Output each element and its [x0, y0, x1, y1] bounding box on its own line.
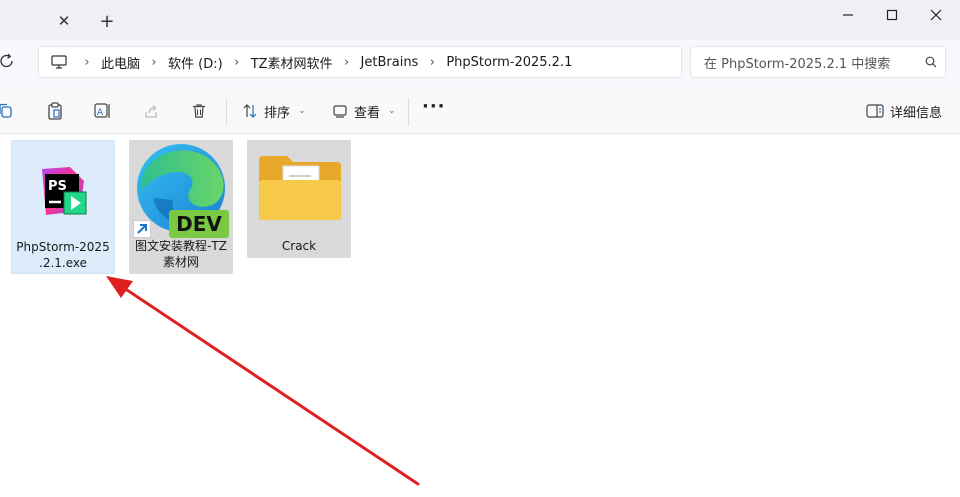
details-pane-icon	[866, 104, 884, 118]
breadcrumb-this-pc[interactable]: 此电脑	[101, 53, 140, 72]
breadcrumb-separator[interactable]: ›	[73, 55, 101, 70]
title-bar	[0, 0, 960, 40]
view-button[interactable]: 查看 ⌄	[332, 99, 396, 123]
breadcrumb-phpstorm[interactable]: PhpStorm-2025.2.1	[446, 55, 572, 70]
paste-icon[interactable]	[44, 100, 66, 122]
dev-badge: DEV	[169, 210, 229, 238]
file-item-install-guide-shortcut[interactable]: DEV 图文安装教程-TZ 素材网	[129, 140, 233, 274]
folder-item-crack[interactable]: Crack	[247, 140, 351, 258]
share-icon[interactable]	[140, 100, 162, 122]
breadcrumb-separator[interactable]: ›	[140, 55, 168, 70]
chevron-down-icon: ⌄	[388, 106, 396, 116]
breadcrumb-tz-software[interactable]: TZ素材网软件	[251, 53, 333, 72]
tab-close-icon[interactable]: ✕	[54, 11, 74, 31]
details-pane-button[interactable]: 详细信息	[866, 99, 942, 123]
breadcrumb-separator[interactable]: ›	[333, 55, 361, 70]
chevron-down-icon: ⌄	[298, 106, 306, 116]
breadcrumb-jetbrains[interactable]: JetBrains	[361, 55, 419, 70]
sort-label: 排序	[264, 105, 291, 121]
file-label-line-1: 图文安装教程-TZ	[135, 239, 227, 253]
toolbar-divider	[226, 98, 227, 126]
shortcut-arrow-icon	[133, 220, 151, 238]
file-item-phpstorm-exe[interactable]: PS PhpStorm-2025 .2.1.exe	[11, 140, 115, 274]
file-label-line-2: 素材网	[162, 255, 199, 269]
refresh-icon[interactable]	[0, 53, 16, 71]
search-input[interactable]: 在 PhpStorm-2025.2.1 中搜索	[690, 46, 946, 78]
rename-icon[interactable]: A	[92, 100, 114, 122]
more-options-icon[interactable]: ···	[422, 98, 445, 122]
this-pc-icon[interactable]	[51, 55, 73, 69]
phpstorm-app-icon: PS	[36, 165, 90, 219]
sort-icon	[243, 104, 257, 118]
sort-button[interactable]: 排序 ⌄	[242, 99, 306, 123]
file-label-line-1: PhpStorm-2025	[16, 240, 110, 254]
maximize-icon[interactable]	[872, 2, 912, 28]
search-icon[interactable]	[917, 56, 945, 68]
folder-label: Crack	[281, 239, 317, 253]
file-label-line-2: .2.1.exe	[39, 256, 87, 270]
address-bar[interactable]: › 此电脑 › 软件 (D:) › TZ素材网软件 › JetBrains › …	[38, 46, 682, 78]
search-placeholder: 在 PhpStorm-2025.2.1 中搜索	[704, 56, 891, 72]
breadcrumb-drive-d[interactable]: 软件 (D:)	[168, 53, 223, 72]
new-tab-icon[interactable]: +	[96, 11, 118, 33]
breadcrumb-separator[interactable]: ›	[418, 55, 446, 70]
delete-icon[interactable]	[188, 100, 210, 122]
toolbar-divider	[408, 98, 409, 126]
details-label: 详细信息	[890, 105, 943, 121]
copy-icon[interactable]	[0, 100, 16, 122]
minimize-icon[interactable]	[828, 2, 868, 28]
svg-text:A: A	[97, 108, 104, 118]
breadcrumb-separator[interactable]: ›	[223, 55, 251, 70]
close-window-icon[interactable]	[916, 2, 956, 28]
folder-icon	[257, 154, 343, 222]
view-label: 查看	[354, 105, 381, 121]
view-icon	[333, 105, 347, 118]
